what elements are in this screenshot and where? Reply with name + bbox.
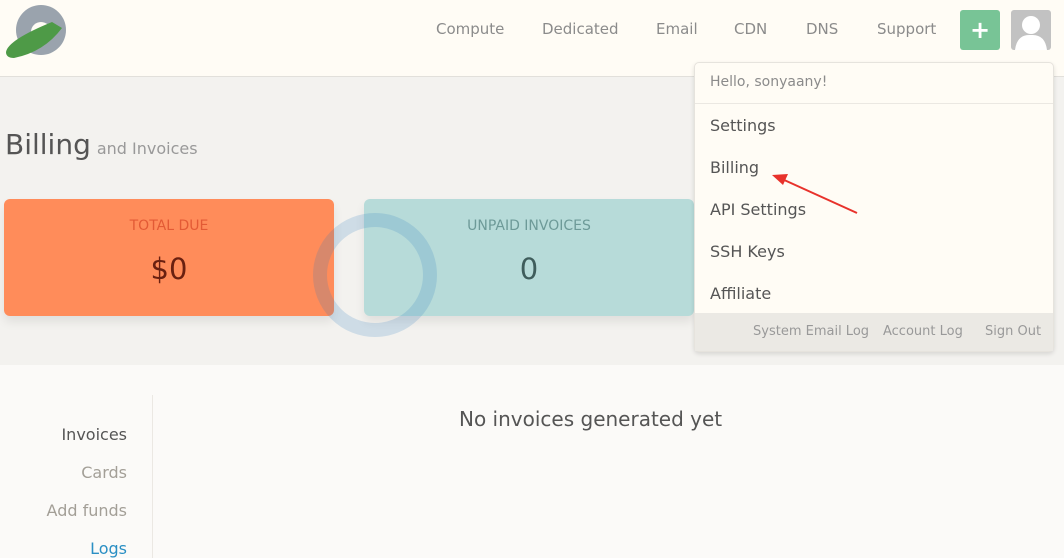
annotation-arrow-icon [772,174,858,214]
